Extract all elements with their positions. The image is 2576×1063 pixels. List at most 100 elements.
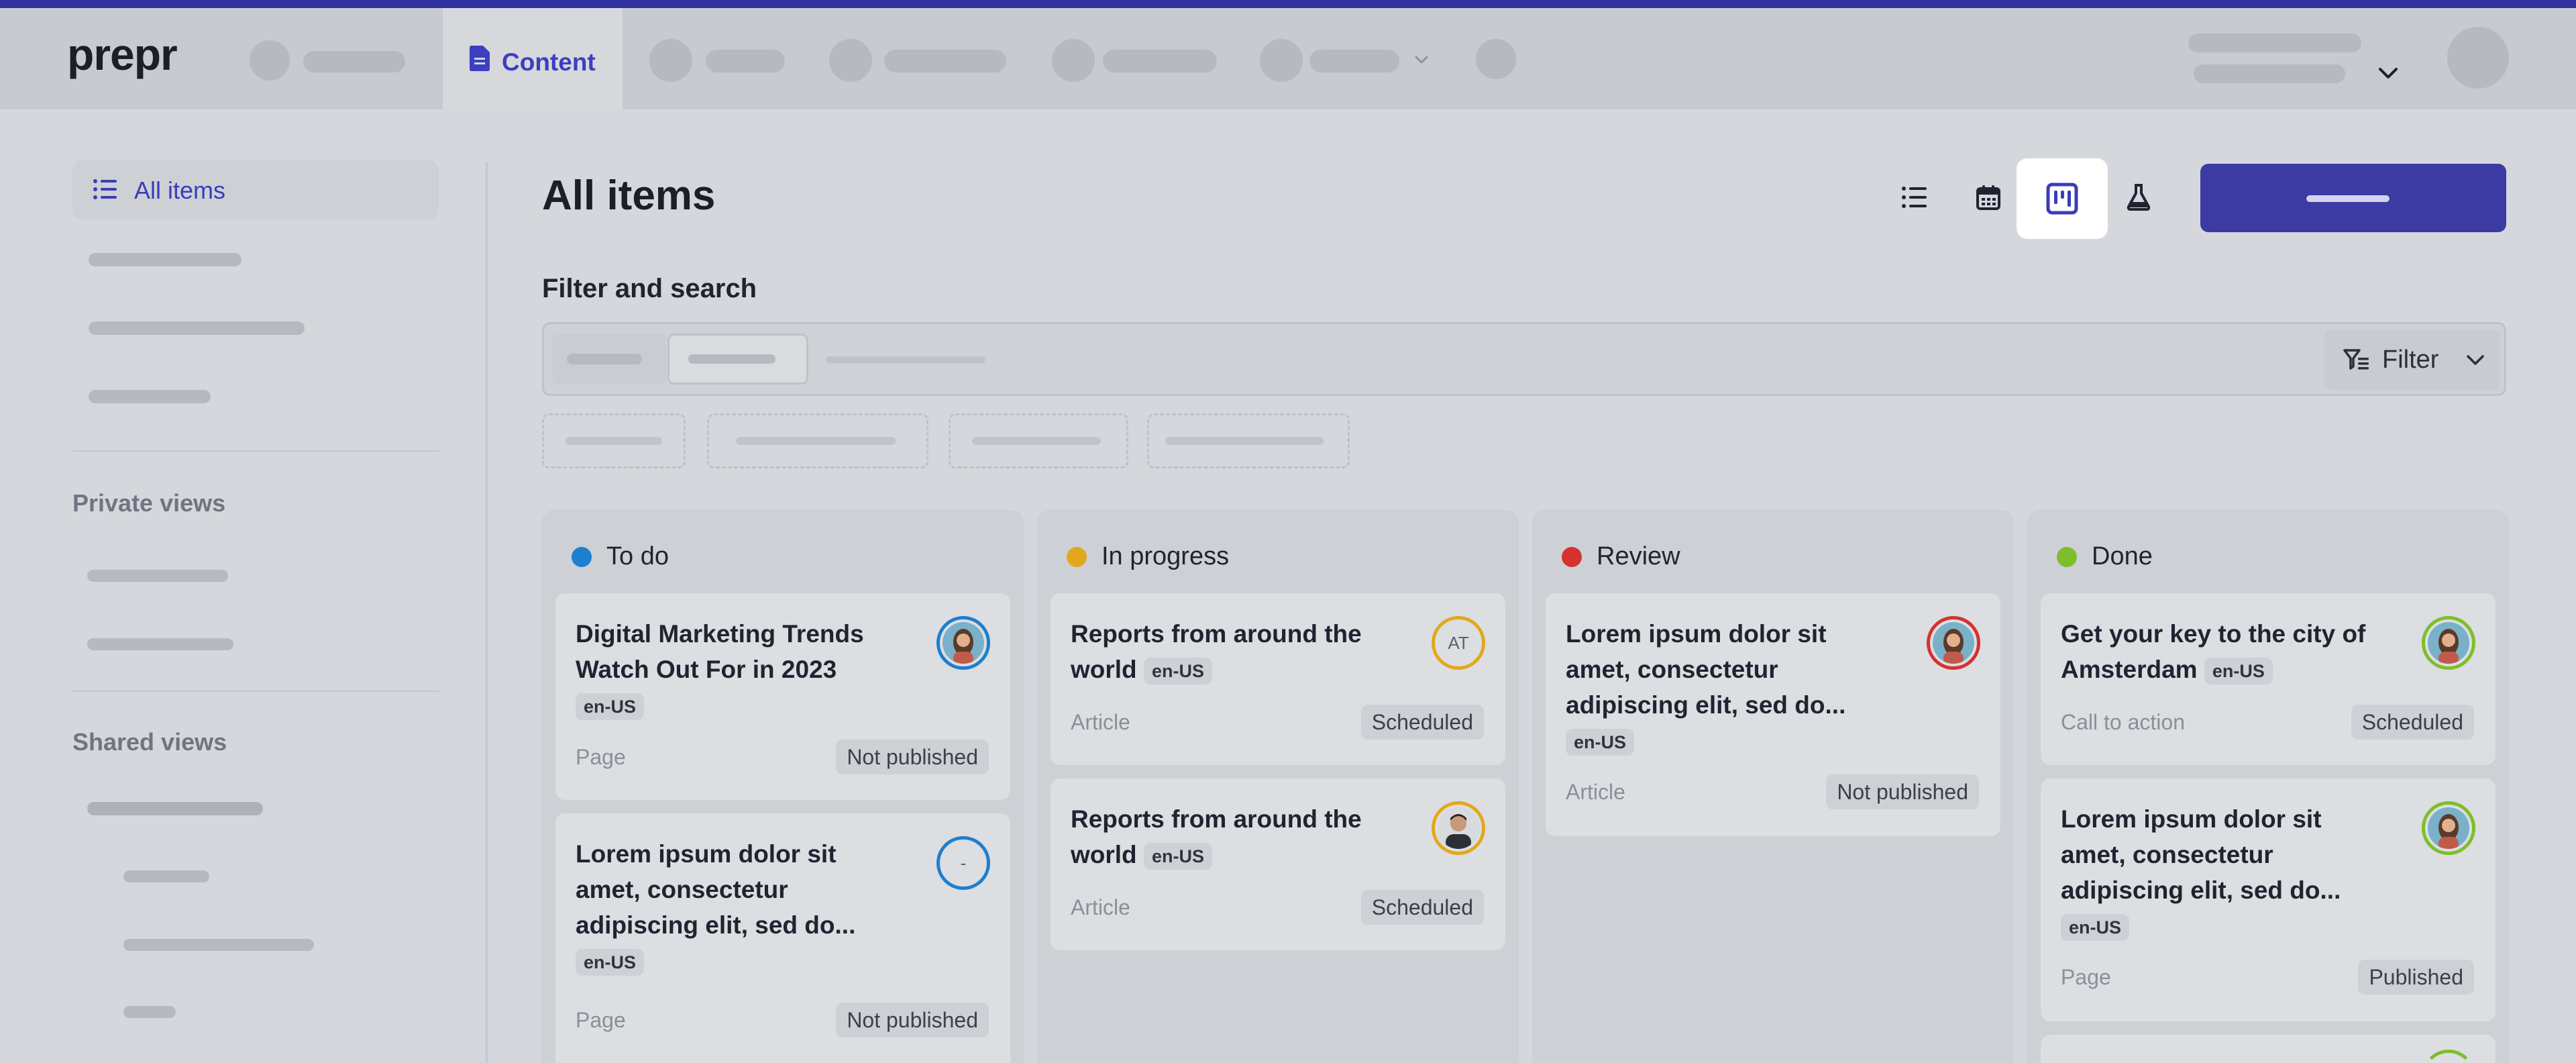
nav-item-label-placeholder[interactable] <box>884 50 1006 72</box>
sidebar-item-placeholder[interactable] <box>89 390 211 403</box>
board-column-review: Review Lorem ipsum dolor sit amet, conse… <box>1532 510 2014 1063</box>
status-badge: Not published <box>836 740 989 774</box>
assignee-avatar[interactable] <box>2422 801 2475 855</box>
board-card[interactable]: Lorem ipsum dolor sit amet, consectetur … <box>555 813 1010 1063</box>
search-input[interactable] <box>826 356 985 363</box>
sidebar: All items Private views Shared views <box>0 109 487 1063</box>
experiments-view-button[interactable] <box>2093 157 2184 238</box>
button-label-placeholder <box>2306 195 2390 202</box>
avatar-photo <box>943 622 984 664</box>
sidebar-item-placeholder[interactable] <box>123 939 314 951</box>
nav-item-icon-placeholder[interactable] <box>1260 39 1303 82</box>
card-content-type: Call to action <box>2061 710 2185 734</box>
locale-badge: en-US <box>1143 658 1212 685</box>
card-content-type: Page <box>576 745 626 769</box>
filter-chip-placeholder[interactable] <box>707 413 928 468</box>
board-card[interactable]: Lorem ipsum dolor sit amet, consectetur … <box>1546 593 2000 836</box>
nav-item-icon-placeholder[interactable] <box>1476 39 1516 79</box>
locale-badge: en-US <box>1143 843 1212 870</box>
board-column-to-do: To do Digital Marketing Trends Watch Out… <box>542 510 1024 1063</box>
card-title: Reports from around the world <box>1071 805 1362 868</box>
nav-item-icon-placeholder[interactable] <box>829 39 872 82</box>
filter-button-label: Filter <box>2382 346 2439 374</box>
status-badge: Scheduled <box>2351 705 2474 740</box>
sidebar-item-label: All items <box>134 176 226 204</box>
search-segment-tab[interactable] <box>552 334 666 385</box>
sidebar-item-placeholder[interactable] <box>123 1006 176 1018</box>
card-title: Lorem ipsum dolor sit amet, consectetur … <box>1566 620 1846 719</box>
assignee-avatar[interactable]: - <box>936 836 990 890</box>
board-card[interactable]: Lorem ipsum dolor sit amet, consectetur … <box>2041 778 2496 1021</box>
nav-item-label-placeholder[interactable] <box>303 51 405 72</box>
board-card[interactable] <box>2041 1035 2496 1063</box>
nav-item-icon-placeholder[interactable] <box>250 40 290 81</box>
sidebar-item-placeholder[interactable] <box>87 638 233 650</box>
avatar-photo <box>2428 622 2469 664</box>
filter-button[interactable]: Filter <box>2324 330 2500 390</box>
add-item-button[interactable] <box>2200 164 2506 232</box>
nav-tab-content-label: Content <box>502 48 596 76</box>
status-dot <box>2057 546 2077 567</box>
column-title: To do <box>606 542 669 570</box>
filter-chip-placeholder[interactable] <box>949 413 1128 468</box>
segment-label-placeholder <box>567 354 642 364</box>
status-dot <box>572 546 592 567</box>
document-icon <box>470 46 490 71</box>
assignee-avatar[interactable] <box>1432 801 1485 855</box>
private-views-heading: Private views <box>72 489 226 517</box>
nav-item-label-placeholder[interactable] <box>1103 50 1217 72</box>
board-card[interactable]: Reports from around the world en-US AT A… <box>1051 593 1505 765</box>
status-badge: Published <box>2358 960 2474 995</box>
chip-label-placeholder <box>566 437 662 445</box>
sidebar-item-placeholder[interactable] <box>123 870 209 882</box>
top-accent-stripe <box>0 0 2576 8</box>
nav-tab-content[interactable]: Content <box>443 8 623 109</box>
sidebar-item-placeholder[interactable] <box>89 253 241 266</box>
board-card[interactable]: Reports from around the world en-US Arti… <box>1051 778 1505 950</box>
locale-badge: en-US <box>576 693 645 721</box>
avatar-photo <box>1438 807 1479 849</box>
assignee-avatar[interactable] <box>936 616 990 670</box>
locale-badge: en-US <box>2204 658 2273 685</box>
nav-item-label-placeholder[interactable] <box>706 50 785 72</box>
assignee-avatar[interactable]: AT <box>1432 616 1485 670</box>
chevron-down-icon <box>2467 355 2484 365</box>
column-header: Done <box>2057 542 2153 571</box>
chip-label-placeholder <box>736 437 896 445</box>
assignee-avatar[interactable] <box>2422 616 2475 670</box>
chip-label-placeholder <box>972 437 1101 445</box>
sidebar-item-placeholder[interactable] <box>89 321 305 335</box>
sidebar-item-all-items[interactable]: All items <box>72 160 439 219</box>
card-content-type: Page <box>2061 965 2111 989</box>
workspace-subtitle-placeholder <box>2194 64 2345 83</box>
locale-badge: en-US <box>2061 914 2130 942</box>
filter-icon <box>2343 349 2369 370</box>
assignee-avatar <box>2422 1050 2475 1063</box>
assignee-avatar[interactable] <box>1927 616 1980 670</box>
board-card[interactable]: Get your key to the city of Amsterdam en… <box>2041 593 2496 765</box>
column-title: Done <box>2092 542 2153 570</box>
card-title-block: Get your key to the city of Amsterdam en… <box>2061 616 2376 687</box>
prepr-logo[interactable]: prepr <box>67 32 178 77</box>
search-segment-tab-active[interactable] <box>667 334 808 385</box>
workspace-chevron-down-icon[interactable] <box>2376 63 2400 83</box>
status-badge: Scheduled <box>1360 890 1484 925</box>
sidebar-item-placeholder[interactable] <box>87 802 263 815</box>
nav-item-icon-placeholder[interactable] <box>649 39 692 82</box>
board-card[interactable]: Digital Marketing Trends Watch Out For i… <box>555 593 1010 800</box>
nav-item-label-placeholder[interactable] <box>1309 50 1399 72</box>
filter-chip-placeholder[interactable] <box>542 413 686 468</box>
user-avatar[interactable] <box>2447 27 2509 89</box>
sidebar-item-placeholder[interactable] <box>87 570 228 582</box>
status-dot <box>1562 546 1582 567</box>
nav-item-icon-placeholder[interactable] <box>1052 39 1095 82</box>
chevron-down-icon[interactable] <box>1413 51 1430 68</box>
filter-chip-placeholder[interactable] <box>1147 413 1350 468</box>
status-badge: Scheduled <box>1360 705 1484 740</box>
list-icon <box>93 179 117 199</box>
board-column-in-progress: In progress Reports from around the worl… <box>1037 510 1519 1063</box>
board-column-done: Done Get your key to the city of Amsterd… <box>2027 510 2509 1063</box>
card-title: Digital Marketing Trends Watch Out For i… <box>576 620 864 683</box>
card-content-type: Page <box>576 1008 626 1032</box>
sidebar-divider <box>72 691 439 692</box>
